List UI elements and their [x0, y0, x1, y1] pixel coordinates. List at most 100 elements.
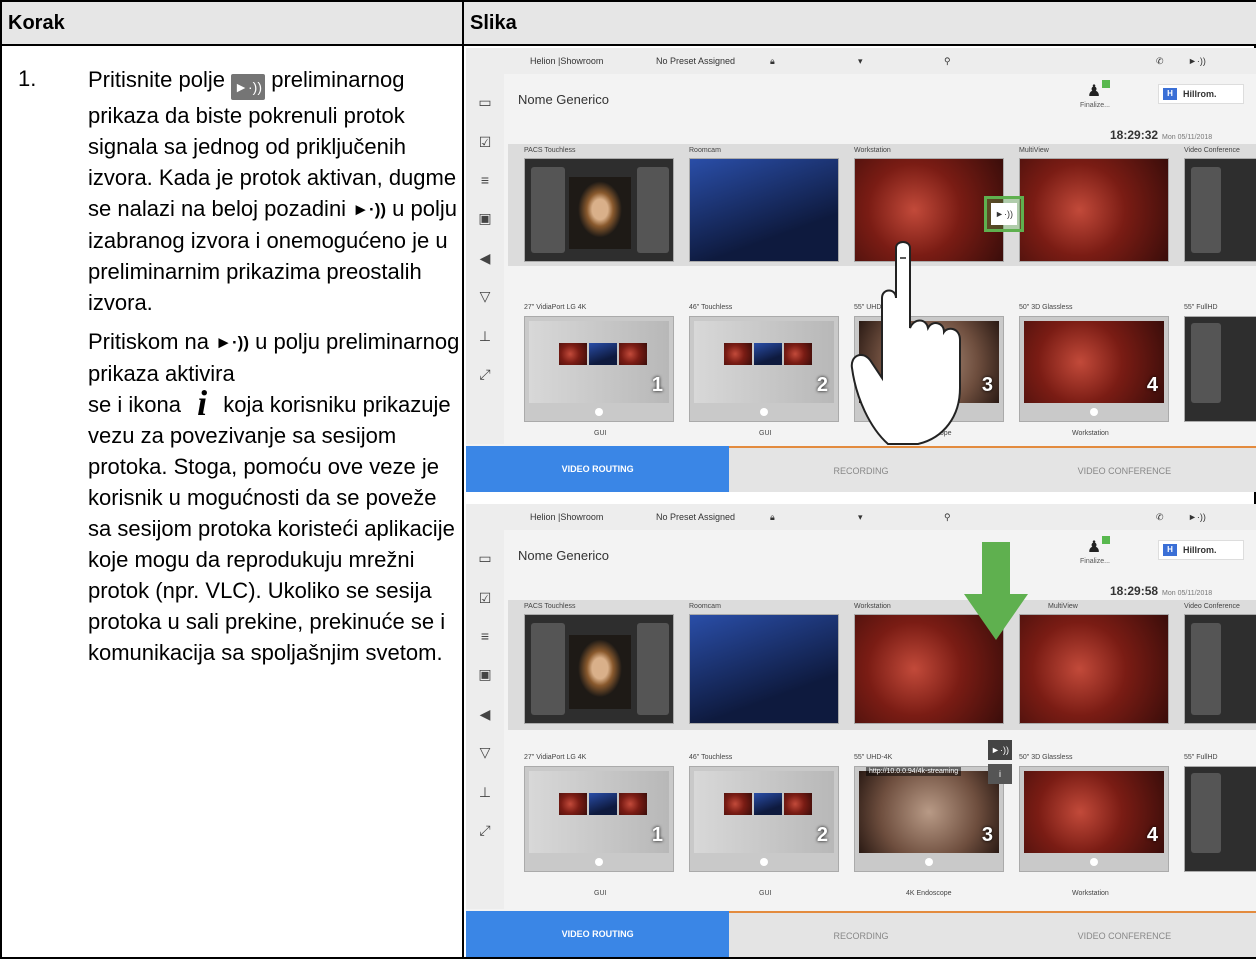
display-tile[interactable]: 4 [1019, 766, 1169, 872]
display-icon[interactable]: ▣ [477, 210, 493, 226]
source-label: Roomcam [689, 603, 721, 610]
display-tile[interactable]: 1 [524, 766, 674, 872]
source-preview-videoconference[interactable] [1184, 614, 1256, 724]
chevron-down-icon[interactable]: ▾ [858, 512, 863, 523]
stream-url-link[interactable]: http://10.0.0.94/4k-streaming [866, 767, 962, 776]
stream-button[interactable]: ►·)) [988, 740, 1012, 760]
source-label: Workstation [854, 603, 891, 610]
display-label: 50" 3D Glassless [1019, 304, 1073, 311]
bottom-tabs: VIDEO ROUTING RECORDING VIDEO CONFERENCE [466, 446, 1256, 492]
stream-icon: ►·)) [231, 74, 266, 100]
layers-icon[interactable]: ≡ [477, 172, 493, 188]
checklist-icon[interactable]: ☑ [477, 590, 493, 606]
source-label: MultiView [1019, 147, 1049, 154]
display-tile[interactable]: 4 [1019, 316, 1169, 422]
tab-video-routing[interactable]: VIDEO ROUTING [466, 911, 730, 957]
source-label: PACS Touchless [524, 603, 576, 610]
table-icon[interactable]: ⊥ [477, 328, 493, 344]
source-preview-roomcam[interactable] [689, 614, 839, 724]
source-label: Video Conference [1184, 603, 1240, 610]
bottom-tabs: VIDEO ROUTING RECORDING VIDEO CONFERENCE [466, 911, 1256, 957]
clock: 18:29:58 Mon 05/11/2018 [1110, 584, 1212, 598]
display-label: 50" 3D Glassless [1019, 754, 1073, 761]
display-source: GUI [759, 890, 772, 897]
lock-icon[interactable]: 🔒︎ [770, 512, 775, 523]
tab-video-conference[interactable]: VIDEO CONFERENCE [992, 911, 1256, 957]
source-preview-pacs[interactable] [524, 614, 674, 724]
display-source: GUI [759, 430, 772, 437]
display-label: 27" VidiaPort LG 4K [524, 304, 587, 311]
stream-button-highlight[interactable]: ►·)) [984, 196, 1024, 232]
display-tile[interactable] [1184, 766, 1256, 872]
display-number: 1 [651, 824, 663, 846]
patient-card-icon[interactable]: ▭ [477, 94, 493, 110]
patient-name: Nome Generico [518, 92, 610, 107]
down-arrow-icon [964, 542, 1028, 640]
light-icon[interactable]: ▽ [477, 744, 493, 760]
display-label: 46" Touchless [689, 754, 733, 761]
display-tile[interactable]: 2 [689, 766, 839, 872]
tab-recording[interactable]: RECORDING [729, 446, 993, 492]
clock: 18:29:32 Mon 05/11/2018 [1110, 128, 1212, 142]
stream-button[interactable]: ►·)) [991, 203, 1017, 225]
date: Mon 05/11/2018 [1162, 134, 1213, 141]
display-icon[interactable]: ▣ [477, 666, 493, 682]
patient-card-icon[interactable]: ▭ [477, 550, 493, 566]
lock-icon[interactable]: 🔒︎ [770, 56, 775, 67]
display-source: GUI [594, 430, 607, 437]
source-label: Workstation [854, 147, 891, 154]
preset-label: No Preset Assigned [656, 512, 736, 522]
source-preview-videoconference[interactable] [1184, 158, 1256, 262]
volume-icon[interactable]: ◀ [477, 706, 493, 722]
display-label: 55" FullHD [1184, 304, 1218, 311]
display-number: 4 [1146, 824, 1158, 846]
source-preview-pacs[interactable] [524, 158, 674, 262]
display-tile[interactable] [1184, 316, 1256, 422]
tab-recording[interactable]: RECORDING [729, 911, 993, 957]
camera-icon[interactable]: ⤢ [477, 822, 493, 838]
time: 18:29:58 [1110, 584, 1159, 598]
paragraph-1: Pritisnite polje ►·)) preliminarnog prik… [88, 64, 460, 318]
tab-video-conference[interactable]: VIDEO CONFERENCE [992, 446, 1256, 492]
info-button[interactable]: i [988, 764, 1012, 784]
text-fragment: koja korisniku prikazuje vezu za poveziv… [88, 392, 455, 665]
layers-icon[interactable]: ≡ [477, 628, 493, 644]
phone-icon[interactable]: ✆ [1156, 512, 1164, 523]
source-preview-multiview[interactable] [1019, 158, 1169, 262]
tab-video-routing[interactable]: VIDEO ROUTING [466, 446, 730, 492]
camera-icon[interactable]: ⤢ [477, 366, 493, 382]
display-tile[interactable]: 1 [524, 316, 674, 422]
table-icon[interactable]: ⊥ [477, 784, 493, 800]
source-label: MultiView [1048, 603, 1078, 610]
checklist-icon[interactable]: ☑ [477, 134, 493, 150]
chevron-down-icon[interactable]: ▾ [858, 56, 863, 67]
source-preview-multiview[interactable] [1019, 614, 1169, 724]
display-number: 4 [1146, 374, 1158, 396]
display-tile[interactable]: 2 [689, 316, 839, 422]
user-icon[interactable]: ⚲ [944, 512, 951, 523]
display-tile[interactable]: 3 [854, 766, 1004, 872]
info-icon: i [197, 383, 208, 423]
finalize-button[interactable]: ♟ Finalize... [1080, 80, 1110, 116]
brand-logo: Hillrom. [1158, 540, 1244, 560]
display-number: 3 [981, 824, 993, 846]
user-icon[interactable]: ⚲ [944, 56, 951, 67]
source-preview-roomcam[interactable] [689, 158, 839, 262]
volume-icon[interactable]: ◀ [477, 250, 493, 266]
room-name: Helion |Showroom [530, 512, 604, 522]
finalize-button[interactable]: ♟ Finalize... [1080, 536, 1110, 572]
paragraph-2: Pritiskom na ►·)) u polju preliminarnog … [88, 326, 460, 668]
stream-icon: ►·)) [215, 333, 249, 352]
phone-icon[interactable]: ✆ [1156, 56, 1164, 67]
source-label: Roomcam [689, 147, 721, 154]
time: 18:29:32 [1110, 128, 1159, 142]
display-number: 2 [816, 374, 828, 396]
light-icon[interactable]: ▽ [477, 288, 493, 304]
display-label: 27" VidiaPort LG 4K [524, 754, 587, 761]
column-divider [462, 46, 464, 959]
display-number: 2 [816, 824, 828, 846]
source-label: Video Conference [1184, 147, 1240, 154]
display-label: 55" UHD-4K [854, 754, 893, 761]
text-fragment: Pritisnite polje [88, 67, 225, 92]
finalize-label: Finalize... [1080, 102, 1110, 109]
